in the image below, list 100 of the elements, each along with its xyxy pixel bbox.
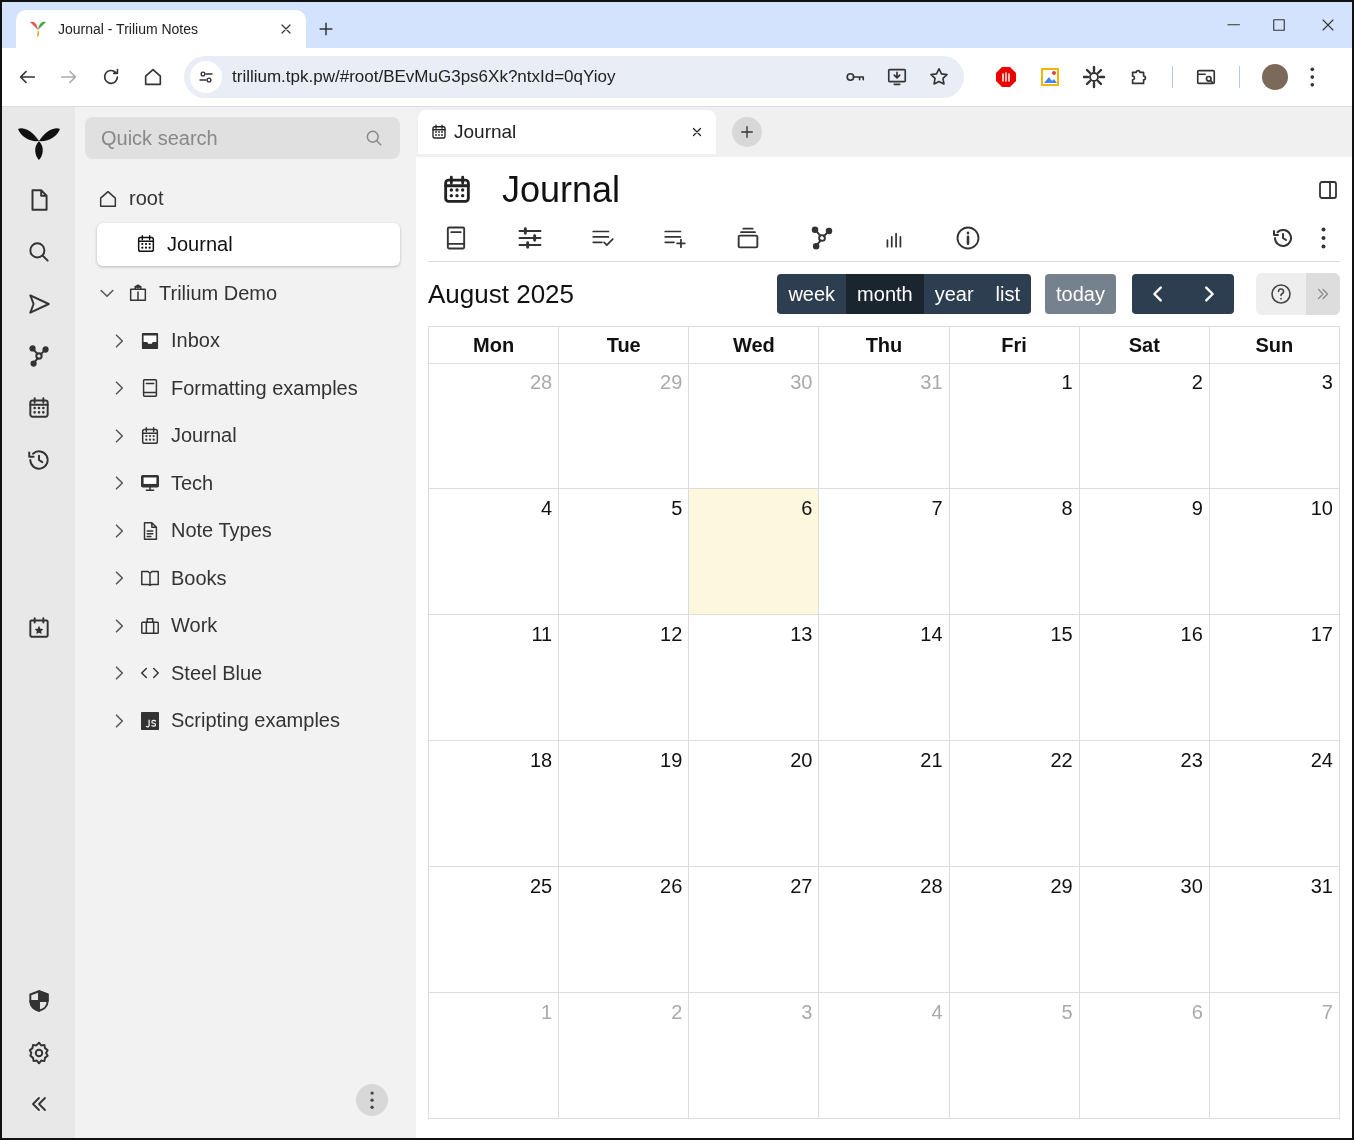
tree-item[interactable]: Steel Blue (85, 649, 400, 697)
install-button[interactable] (886, 66, 908, 88)
search-icon (364, 128, 384, 148)
vertical-dots-icon (369, 1090, 375, 1110)
view-tab[interactable]: week (777, 274, 847, 314)
star-icon (928, 66, 950, 88)
weekday-header: Sun (1209, 327, 1340, 364)
day-cell[interactable]: 26 (559, 867, 690, 993)
help-button[interactable] (1256, 273, 1306, 315)
day-cell[interactable]: 6 (689, 489, 820, 615)
day-cell[interactable]: 23 (1079, 741, 1210, 867)
day-cell[interactable]: 16 (1079, 615, 1210, 741)
options-button[interactable] (516, 224, 544, 252)
tree-item[interactable]: Tech (85, 459, 400, 507)
info-icon (954, 224, 982, 252)
day-cell[interactable]: 25 (429, 867, 560, 993)
menu-icon (1310, 66, 1315, 88)
day-cell[interactable]: 12 (559, 615, 690, 741)
home-button[interactable] (142, 66, 164, 88)
day-cell[interactable]: 7 (819, 489, 950, 615)
calendar-icon (135, 233, 157, 255)
history-icon (1271, 226, 1295, 250)
day-cell[interactable]: 22 (949, 741, 1080, 867)
note-title: Journal (502, 169, 622, 211)
calendar-icon (139, 424, 161, 447)
view-tab[interactable]: list (984, 274, 1032, 314)
panel-icon (1316, 178, 1340, 202)
day-cell[interactable]: 19 (559, 741, 690, 867)
view-tab[interactable]: month (846, 274, 924, 314)
calendar-icon (430, 123, 448, 141)
day-cell[interactable]: 17 (1209, 615, 1340, 741)
tree-item[interactable]: Work (85, 602, 400, 650)
note-info-button[interactable] (954, 224, 982, 252)
day-cell[interactable]: 27 (689, 867, 820, 993)
address-bar[interactable]: trillium.tpk.pw/#root/BEvMuG3ps6Xk?ntxId=0qYioy (184, 56, 964, 98)
home-icon (142, 66, 164, 88)
weekday-header: Thu (819, 327, 950, 364)
minimize-button[interactable] (1226, 24, 1240, 26)
minimize-icon (1226, 24, 1240, 26)
weekday-header: Sat (1079, 327, 1210, 364)
url-text: trillium.tpk.pw/#root/BEvMuG3ps6Xk?ntxId=0qYioy (232, 67, 617, 87)
weekday-header: Tue (559, 327, 690, 364)
extension-button[interactable] (1082, 65, 1106, 89)
install-icon (886, 66, 908, 88)
day-cell[interactable]: 30 (1079, 867, 1210, 993)
maximize-icon (1270, 16, 1288, 34)
weekday-header: Mon (429, 327, 560, 364)
previous-button[interactable] (1132, 274, 1183, 314)
site-settings-button[interactable] (190, 61, 222, 93)
tree-item[interactable]: Trilium Demo (85, 269, 400, 317)
note-tab[interactable]: Journal (418, 110, 716, 154)
day-cell[interactable]: 11 (429, 615, 560, 741)
day-cell[interactable]: 2 (1079, 363, 1210, 489)
plus-icon (738, 123, 756, 141)
tree-item[interactable]: Journal (85, 412, 400, 460)
more-options-button[interactable] (356, 1084, 388, 1116)
bookmark-button[interactable] (928, 66, 950, 88)
day-cell[interactable]: 14 (819, 615, 950, 741)
revisions-button[interactable] (1271, 226, 1295, 250)
browser-menu-button[interactable] (1310, 66, 1315, 88)
tree-item[interactable]: Books (85, 554, 400, 602)
day-cell[interactable]: 15 (949, 615, 1080, 741)
tree-item[interactable]: Scripting examples (85, 697, 400, 745)
color-picture-icon (1040, 67, 1060, 87)
tree-item[interactable]: Note Types (85, 507, 400, 555)
day-cell[interactable]: 28 (819, 867, 950, 993)
day-cell[interactable]: 24 (1209, 741, 1340, 867)
history-icon (25, 447, 52, 473)
close-icon (690, 125, 704, 139)
day-cell[interactable]: 18 (429, 741, 560, 867)
day-cell[interactable]: 10 (1209, 489, 1340, 615)
day-cell[interactable]: 20 (689, 741, 820, 867)
quick-search-field[interactable]: Quick search (85, 117, 400, 159)
new-tab-button[interactable] (732, 117, 762, 147)
day-cell[interactable]: 3 (1209, 363, 1340, 489)
view-tab[interactable]: year (923, 274, 985, 314)
day-cell[interactable]: 21 (819, 741, 950, 867)
sliders-icon (516, 224, 544, 252)
day-cell[interactable]: 4 (429, 489, 560, 615)
day-cell[interactable]: 9 (1079, 489, 1210, 615)
tree-item[interactable]: Journal (97, 222, 400, 266)
stop-hand-icon (994, 65, 1018, 89)
browser-tab[interactable]: Journal - Trilium Notes (16, 10, 306, 48)
toggle-panel-button[interactable] (1316, 178, 1340, 202)
profile-avatar[interactable] (1262, 64, 1288, 90)
note-menu-button[interactable] (1321, 226, 1326, 250)
tab-title: Journal - Trilium Notes (58, 21, 200, 37)
day-cell[interactable]: 31 (1209, 867, 1340, 993)
day-cell[interactable]: 29 (949, 867, 1080, 993)
maximize-button[interactable] (1270, 16, 1288, 34)
tree-item[interactable]: Inbox (85, 317, 400, 365)
tree-item[interactable]: Formatting examples (85, 364, 400, 412)
sunburst-icon (1082, 65, 1106, 89)
tree-item[interactable]: root (85, 175, 400, 223)
history-button[interactable] (25, 447, 52, 473)
day-cell[interactable]: 8 (949, 489, 1080, 615)
day-cell[interactable]: 13 (689, 615, 820, 741)
leaf-logo-icon (28, 20, 48, 38)
next-button[interactable] (1183, 274, 1234, 314)
day-cell[interactable]: 1 (949, 363, 1080, 489)
